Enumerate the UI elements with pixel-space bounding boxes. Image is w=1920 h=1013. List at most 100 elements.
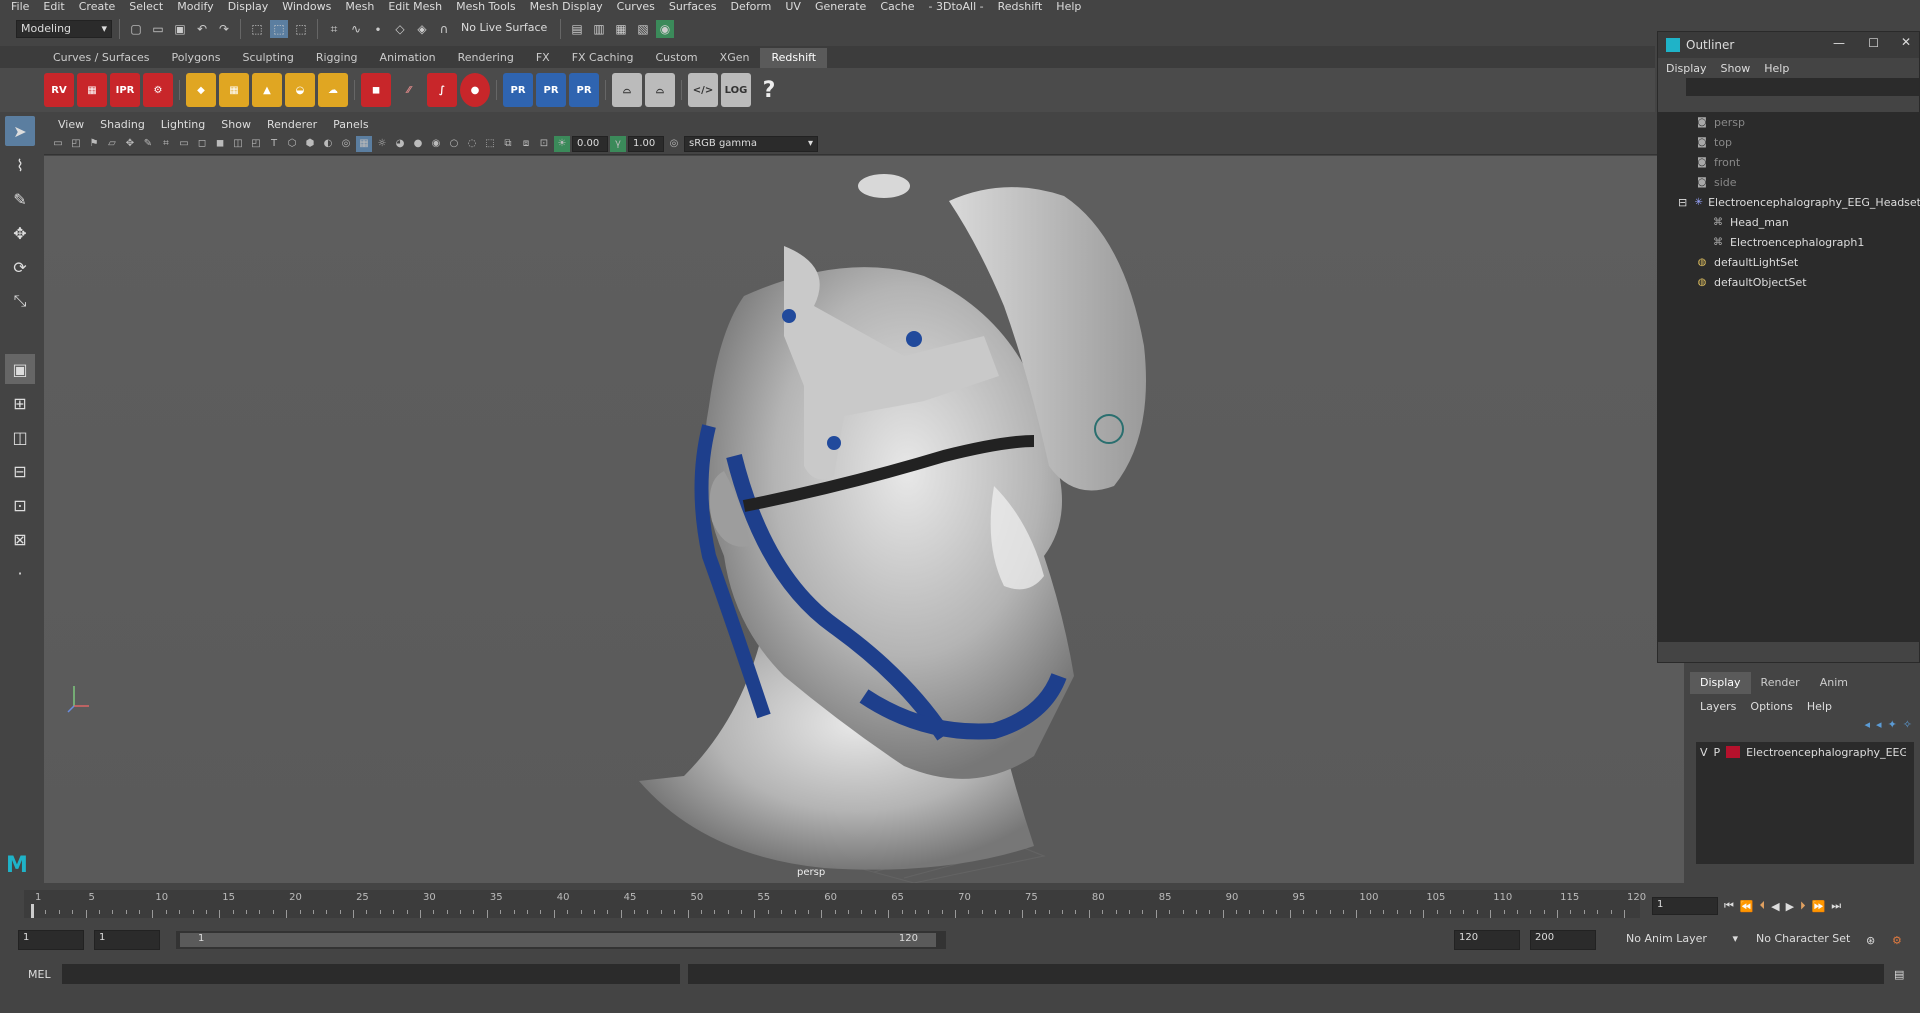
proxy-button[interactable]: ◼: [361, 73, 391, 107]
render-settings-button[interactable]: ⚙: [143, 73, 173, 107]
pr-import-button[interactable]: PR: [569, 73, 599, 107]
camera-select-icon[interactable]: ▭: [50, 136, 66, 152]
panel-menu-show[interactable]: Show: [213, 118, 259, 131]
snap-surface-icon[interactable]: ◈: [413, 20, 431, 38]
more-layouts-icon[interactable]: ·: [5, 558, 35, 588]
xray-components-icon[interactable]: ⊡: [536, 136, 552, 152]
outliner-item[interactable]: ◙ front: [1658, 152, 1920, 172]
rotate-tool-icon[interactable]: ⟳: [5, 252, 35, 282]
playback-toggle[interactable]: P: [1714, 746, 1721, 759]
go-to-end-icon[interactable]: ⏭: [1831, 899, 1841, 913]
exposure-field[interactable]: 0.00: [572, 135, 608, 152]
layer-tab-display[interactable]: Display: [1690, 672, 1751, 694]
light-spot-button[interactable]: ▲: [252, 73, 282, 107]
hypershade-icon[interactable]: ◉: [656, 20, 674, 38]
anim-layer-dropdown[interactable]: No Anim Layer ▾: [1622, 931, 1742, 949]
time-slider[interactable]: 1 5 10 15 20 25 30 35 40 45 50 55 60 65 70 75 80 85 90 95 10…: [24, 890, 1646, 918]
panel-menu-panels[interactable]: Panels: [325, 118, 376, 131]
outliner-item[interactable]: ⊟ ✳ Electroencephalography_EEG_Headset: [1658, 192, 1920, 212]
image-plane-icon[interactable]: ▱: [104, 136, 120, 152]
render-view-icon[interactable]: ▧: [634, 20, 652, 38]
bake-button[interactable]: ⌓: [612, 73, 642, 107]
minimize-icon[interactable]: —: [1833, 36, 1845, 50]
menu-mesh-display[interactable]: Mesh Display: [523, 0, 610, 14]
safe-action-icon[interactable]: ◰: [248, 136, 264, 152]
menu-file[interactable]: File: [4, 0, 36, 14]
new-scene-icon[interactable]: ▢: [127, 20, 145, 38]
grease-pencil-icon[interactable]: ✎: [140, 136, 156, 152]
render-frame-icon[interactable]: ▥: [590, 20, 608, 38]
panel-menu-renderer[interactable]: Renderer: [259, 118, 325, 131]
new-layer-icon[interactable]: ✦: [1888, 718, 1897, 731]
use-all-lights-icon[interactable]: ☼: [374, 136, 390, 152]
view-transform-dropdown[interactable]: sRGB gamma ▾: [684, 135, 818, 152]
command-language-label[interactable]: MEL: [28, 968, 51, 981]
command-input[interactable]: [62, 964, 680, 984]
four-view-icon[interactable]: ⊞: [5, 388, 35, 418]
panel-menu-shading[interactable]: Shading: [92, 118, 153, 131]
scale-tool-icon[interactable]: ⤡: [5, 286, 35, 316]
shelf-tab-polygons[interactable]: Polygons: [161, 48, 232, 68]
script-button[interactable]: </>: [688, 73, 718, 107]
default-lighting-icon[interactable]: ◐: [320, 136, 336, 152]
gamma-field[interactable]: 1.00: [628, 135, 664, 152]
menu-create[interactable]: Create: [72, 0, 123, 14]
menu-edit-mesh[interactable]: Edit Mesh: [381, 0, 449, 14]
shelf-tab-fx-caching[interactable]: FX Caching: [561, 48, 645, 68]
select-component-icon[interactable]: ⬚: [292, 20, 310, 38]
single-view-icon[interactable]: ▣: [5, 354, 35, 384]
textured-icon[interactable]: ▦: [356, 135, 372, 152]
select-object-icon[interactable]: ⬚: [270, 20, 288, 38]
menu-modify[interactable]: Modify: [170, 0, 220, 14]
persp-outliner-icon[interactable]: ⊟: [5, 456, 35, 486]
shelf-tab-sculpting[interactable]: Sculpting: [231, 48, 304, 68]
layer-color-swatch[interactable]: [1726, 746, 1741, 758]
pr-export-button[interactable]: PR: [536, 73, 566, 107]
layer-menu-help[interactable]: Help: [1807, 700, 1832, 713]
wireframe-icon[interactable]: ⬡: [284, 136, 300, 152]
layer-row[interactable]: V P Electroencephalography_EEG_Headset: [1696, 742, 1914, 762]
menu-redshift[interactable]: Redshift: [991, 0, 1050, 14]
safe-title-icon[interactable]: T: [266, 136, 282, 152]
outliner-search-input[interactable]: [1686, 78, 1919, 96]
menu-mesh[interactable]: Mesh: [338, 0, 381, 14]
shelf-tab-curves-surfaces[interactable]: Curves / Surfaces: [42, 48, 161, 68]
menu-surfaces[interactable]: Surfaces: [662, 0, 724, 14]
layer-menu-options[interactable]: Options: [1750, 700, 1792, 713]
play-backward-icon[interactable]: ◀: [1771, 900, 1779, 913]
2d-pan-zoom-icon[interactable]: ✥: [122, 136, 138, 152]
depth-of-field-icon[interactable]: ◌: [464, 136, 480, 152]
visibility-toggle[interactable]: V: [1700, 746, 1708, 759]
playback-end-field[interactable]: 120: [1454, 930, 1520, 950]
script-editor-icon[interactable]: ▤: [1894, 968, 1904, 981]
outliner-item[interactable]: ◍ defaultObjectSet: [1658, 272, 1920, 292]
shelf-tab-custom[interactable]: Custom: [645, 48, 709, 68]
layer-tab-anim[interactable]: Anim: [1810, 672, 1858, 694]
menu-display[interactable]: Display: [221, 0, 276, 14]
render-settings-icon[interactable]: ▤: [568, 20, 586, 38]
snap-view-icon[interactable]: ◇: [391, 20, 409, 38]
hair-button[interactable]: ⁄⁄: [394, 73, 424, 107]
wireframe-on-shaded-icon[interactable]: ◎: [338, 136, 354, 152]
snap-magnet-icon[interactable]: ∩: [435, 20, 453, 38]
menu-windows[interactable]: Windows: [275, 0, 338, 14]
new-layer-selected-icon[interactable]: ✧: [1903, 718, 1912, 731]
outliner-item[interactable]: ⌘ Head_man: [1658, 212, 1920, 232]
shelf-tab-rendering[interactable]: Rendering: [447, 48, 525, 68]
outliner-menu-display[interactable]: Display: [1666, 62, 1707, 75]
layer-menu-layers[interactable]: Layers: [1700, 700, 1736, 713]
character-set-dropdown[interactable]: No Character Set: [1752, 931, 1862, 949]
screen-space-ao-icon[interactable]: ●: [410, 136, 426, 152]
layout-extra-icon[interactable]: ⊠: [5, 524, 35, 554]
go-to-start-icon[interactable]: ⏮: [1724, 899, 1734, 913]
menu-cache[interactable]: Cache: [873, 0, 921, 14]
material-sphere-button[interactable]: ●: [460, 73, 490, 107]
ipr-button[interactable]: IPR: [110, 73, 140, 107]
menu-edit[interactable]: Edit: [36, 0, 71, 14]
select-hierarchy-icon[interactable]: ⬚: [248, 20, 266, 38]
film-gate-icon[interactable]: ▭: [176, 136, 192, 152]
paint-select-icon[interactable]: ✎: [5, 184, 35, 214]
step-forward-icon[interactable]: ⏩: [1812, 900, 1826, 913]
shelf-tab-fx[interactable]: FX: [525, 48, 561, 68]
resolution-gate-icon[interactable]: ◻: [194, 136, 210, 152]
